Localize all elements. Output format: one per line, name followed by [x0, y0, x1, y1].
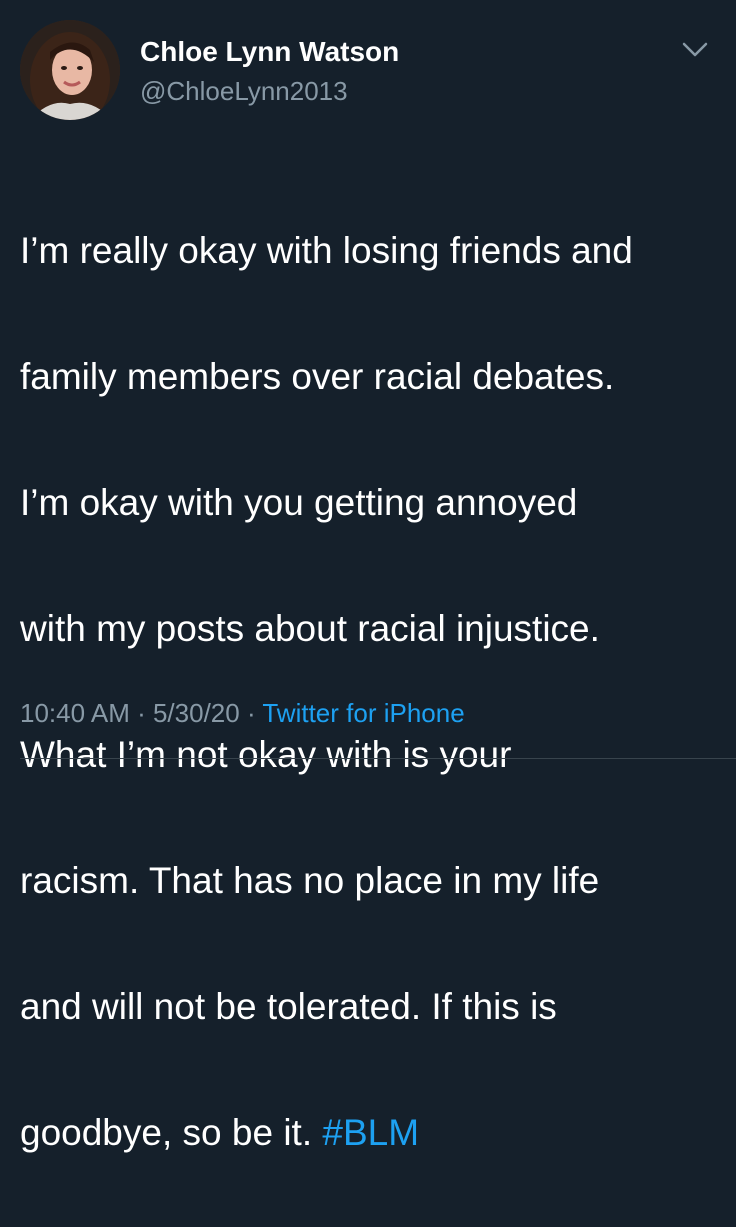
tweet-card: Chloe Lynn Watson @ChloeLynn2013 I’m rea… — [0, 0, 736, 1153]
tweet-line: racism. That has no place in my life — [20, 860, 600, 901]
hashtag-link[interactable]: #BLM — [322, 1112, 419, 1153]
user-handle[interactable]: @ChloeLynn2013 — [140, 76, 348, 107]
chevron-down-icon[interactable] — [680, 40, 710, 60]
tweet-time[interactable]: 10:40 AM — [20, 698, 130, 728]
tweet-line-last: goodbye, so be it. #BLM — [20, 1101, 720, 1164]
tweet-meta: 10:40 AM · 5/30/20 · Twitter for iPhone — [20, 698, 465, 729]
tweet-source-link[interactable]: Twitter for iPhone — [262, 698, 464, 728]
divider — [20, 758, 736, 759]
display-name[interactable]: Chloe Lynn Watson — [140, 36, 399, 68]
tweet-line: and will not be tolerated. If this is — [20, 986, 557, 1027]
tweet-line-text: goodbye, so be it. — [20, 1112, 323, 1153]
tweet-text: I’m really okay with losing friends and … — [20, 156, 720, 1227]
meta-separator: · — [239, 698, 263, 728]
tweet-line: I’m really okay with losing friends and — [20, 230, 633, 271]
tweet-date[interactable]: 5/30/20 — [153, 698, 240, 728]
tweet-line: I’m okay with you getting annoyed — [20, 482, 578, 523]
tweet-line: with my posts about racial injustice. — [20, 608, 600, 649]
tweet-line: family members over racial debates. — [20, 356, 615, 397]
tweet-line: What I’m not okay with is your — [20, 734, 512, 775]
meta-separator: · — [129, 698, 153, 728]
avatar-image — [20, 20, 120, 120]
avatar[interactable] — [20, 20, 120, 120]
